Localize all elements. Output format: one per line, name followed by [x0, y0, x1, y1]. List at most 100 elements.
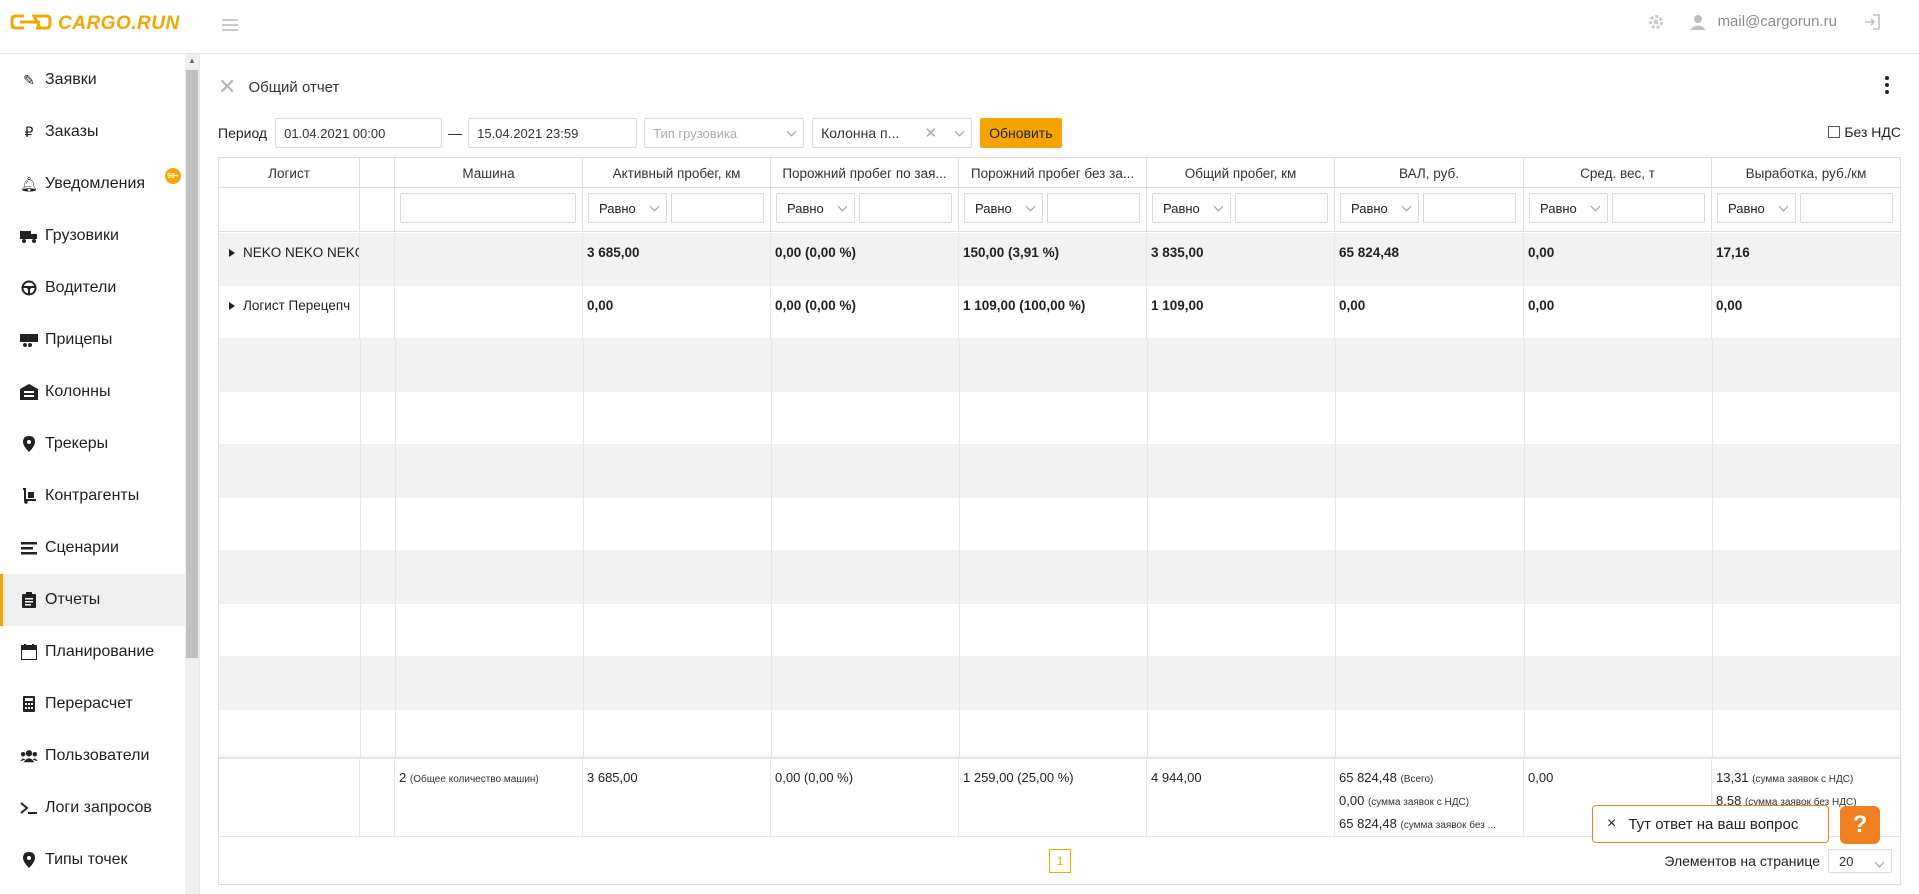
- user-email: mail@cargorun.ru: [1717, 13, 1837, 30]
- logist-name: NEKO NEKO NEKO: [243, 245, 360, 260]
- logout-icon[interactable]: [1863, 13, 1881, 30]
- date-from-input[interactable]: 01.04.2021 00:00: [275, 118, 443, 148]
- sidebar-item-reports[interactable]: Отчеты: [0, 574, 185, 626]
- cell-logist[interactable]: Логист Перецепч: [219, 286, 360, 339]
- sidebar-item-label: Уведомления: [45, 175, 146, 192]
- sidebar-item-trackers[interactable]: Трекеры: [0, 418, 185, 470]
- user-menu[interactable]: mail@cargorun.ru: [1689, 13, 1837, 30]
- column-select[interactable]: Колонна п... ✕: [812, 118, 973, 148]
- cell-yield: 0,00: [1716, 298, 1743, 313]
- cell-val: 0,00: [1335, 286, 1524, 339]
- filter-operator-select[interactable]: Равно: [964, 193, 1043, 223]
- filter-operator-select[interactable]: Равно: [588, 193, 667, 223]
- filter-value-input[interactable]: [671, 193, 764, 223]
- chevron-down-icon: [786, 126, 797, 137]
- col-header-car[interactable]: Машина: [395, 158, 583, 188]
- expand-icon[interactable]: [229, 302, 235, 310]
- sidebar: ✎ Заявки ₽ Заказы 🔔︎ Уведомления 99+ Грузов…: [0, 54, 200, 894]
- sidebar-item-drivers[interactable]: Водители: [0, 262, 185, 314]
- filter-operator-select[interactable]: Равно: [1340, 193, 1419, 223]
- filter-row: Равно Равно Равно Равно Равно Равно Равн…: [219, 188, 1900, 232]
- filter-cell-weight: Равно: [1524, 188, 1712, 232]
- sidebar-item-counterparties[interactable]: Контрагенты: [0, 470, 185, 522]
- help-button[interactable]: ?: [1840, 806, 1880, 844]
- clear-icon[interactable]: ✕: [925, 124, 938, 142]
- filter-operator-select[interactable]: Равно: [1717, 193, 1796, 223]
- summary-car: 2 (Общее количество машин): [395, 759, 583, 837]
- close-icon[interactable]: ✕: [218, 76, 236, 98]
- date-to-input[interactable]: 15.04.2021 23:59: [468, 118, 638, 148]
- summary-empty-by: 0,00 (0,00 %): [771, 759, 959, 837]
- help-bubble[interactable]: × Тут ответ на ваш вопрос: [1592, 805, 1829, 843]
- logist-name: Логист Перецепч: [243, 298, 351, 313]
- sidebar-item-trucks[interactable]: Грузовики: [0, 210, 185, 262]
- col-header-empty-mileage-by-request[interactable]: Порожний пробег по зая...: [771, 158, 959, 188]
- sidebar-item-notifications[interactable]: 🔔︎ Уведомления 99+: [0, 158, 185, 210]
- cell-empty-without: 150,00 (3,91 %): [959, 233, 1147, 286]
- gear-icon[interactable]: [1648, 14, 1664, 30]
- col-header-active-mileage[interactable]: Активный пробег, км: [583, 158, 771, 188]
- sidebar-item-orders[interactable]: ₽ Заказы: [0, 106, 185, 158]
- vat-toggle[interactable]: Без НДС: [1828, 124, 1901, 140]
- summary-car-count: 2: [399, 770, 407, 785]
- expand-icon[interactable]: [229, 249, 235, 257]
- sidebar-item-users[interactable]: Пользователи: [0, 730, 185, 782]
- ruble-icon: ₽: [24, 123, 34, 140]
- calendar-icon: [20, 643, 38, 661]
- grid-header: Логист Машина Активный пробег, км Порожн…: [219, 158, 1900, 188]
- clipboard-icon: [20, 591, 38, 609]
- table-row[interactable]: Логист Перецепч 0,00 0,00 (0,00 %) 1 109…: [219, 286, 1900, 339]
- sidebar-item-trailers[interactable]: Прицепы: [0, 314, 185, 366]
- scroll-up-icon[interactable]: ▲: [188, 56, 196, 65]
- col-header-avg-weight[interactable]: Сред. вес, т: [1524, 158, 1712, 188]
- filter-value-input[interactable]: [1047, 193, 1140, 223]
- filter-operator-select[interactable]: Равно: [776, 193, 855, 223]
- col-header-yield[interactable]: Выработка, руб./км: [1712, 158, 1900, 188]
- sidebar-item-planning[interactable]: Планирование: [0, 626, 185, 678]
- sidebar-item-label: Планирование: [45, 643, 155, 660]
- filter-value-input[interactable]: [1800, 193, 1893, 223]
- sidebar-item-columns[interactable]: Колонны: [0, 366, 185, 418]
- sidebar-item-request-logs[interactable]: Логи запросов: [0, 782, 185, 834]
- per-page-select[interactable]: 20: [1828, 849, 1892, 873]
- page-button-current[interactable]: 1: [1049, 849, 1071, 873]
- filter-value-input[interactable]: [1612, 193, 1705, 223]
- truck-type-select[interactable]: Тип грузовика: [644, 118, 805, 148]
- logo-icon: [10, 14, 52, 30]
- filter-value-input[interactable]: [1235, 193, 1328, 223]
- table-row[interactable]: NEKO NEKO NEKO 3 685,00 0,00 (0,00 %) 15…: [219, 233, 1900, 286]
- cell-group: [360, 233, 395, 286]
- sidebar-item-point-types[interactable]: Типы точек: [0, 834, 185, 886]
- column-select-value: Колонна п...: [821, 125, 900, 141]
- col-header-group[interactable]: [360, 158, 395, 188]
- filter-operator-select[interactable]: Равно: [1529, 193, 1608, 223]
- col-header-empty-mileage-without-request[interactable]: Порожний пробег без за...: [959, 158, 1147, 188]
- vat-checkbox[interactable]: [1828, 126, 1841, 138]
- help-close-icon[interactable]: ×: [1607, 815, 1616, 833]
- summary-val-novat-note: (сумма заявок без ...: [1400, 820, 1496, 831]
- report-grid: Логист Машина Активный пробег, км Порожн…: [218, 157, 1901, 885]
- sidebar-scrollbar-thumb[interactable]: [186, 70, 198, 658]
- col-header-total-mileage[interactable]: Общий пробег, км: [1147, 158, 1335, 188]
- filter-value-input[interactable]: [1423, 193, 1516, 223]
- more-menu-icon[interactable]: [1885, 76, 1889, 97]
- sidebar-item-label: Логи запросов: [45, 799, 152, 816]
- cell-car: [395, 233, 583, 286]
- car-filter-input[interactable]: [400, 193, 576, 223]
- filter-value-input[interactable]: [859, 193, 952, 223]
- filter-operator-select[interactable]: Равно: [1152, 193, 1231, 223]
- cell-total: 3 835,00: [1147, 233, 1335, 286]
- sidebar-item-scenarios[interactable]: Сценарии: [0, 522, 185, 574]
- sidebar-item-recalculation[interactable]: Перерасчет: [0, 678, 185, 730]
- cell-logist[interactable]: NEKO NEKO NEKO: [219, 233, 360, 286]
- truck-type-placeholder: Тип грузовика: [653, 125, 738, 141]
- filter-cell-empty-by: Равно: [771, 188, 959, 232]
- brand-logo[interactable]: CARGO.RUN: [10, 12, 180, 36]
- summary-val-total-note: (Всего): [1400, 774, 1434, 785]
- menu-toggle-icon[interactable]: [222, 16, 238, 32]
- col-header-val[interactable]: ВАЛ, руб.: [1335, 158, 1524, 188]
- summary-yield-vat: 13,31: [1716, 770, 1749, 785]
- sidebar-item-requests[interactable]: ✎ Заявки: [0, 54, 185, 106]
- col-header-logist[interactable]: Логист: [219, 158, 360, 188]
- update-button[interactable]: Обновить: [980, 118, 1062, 148]
